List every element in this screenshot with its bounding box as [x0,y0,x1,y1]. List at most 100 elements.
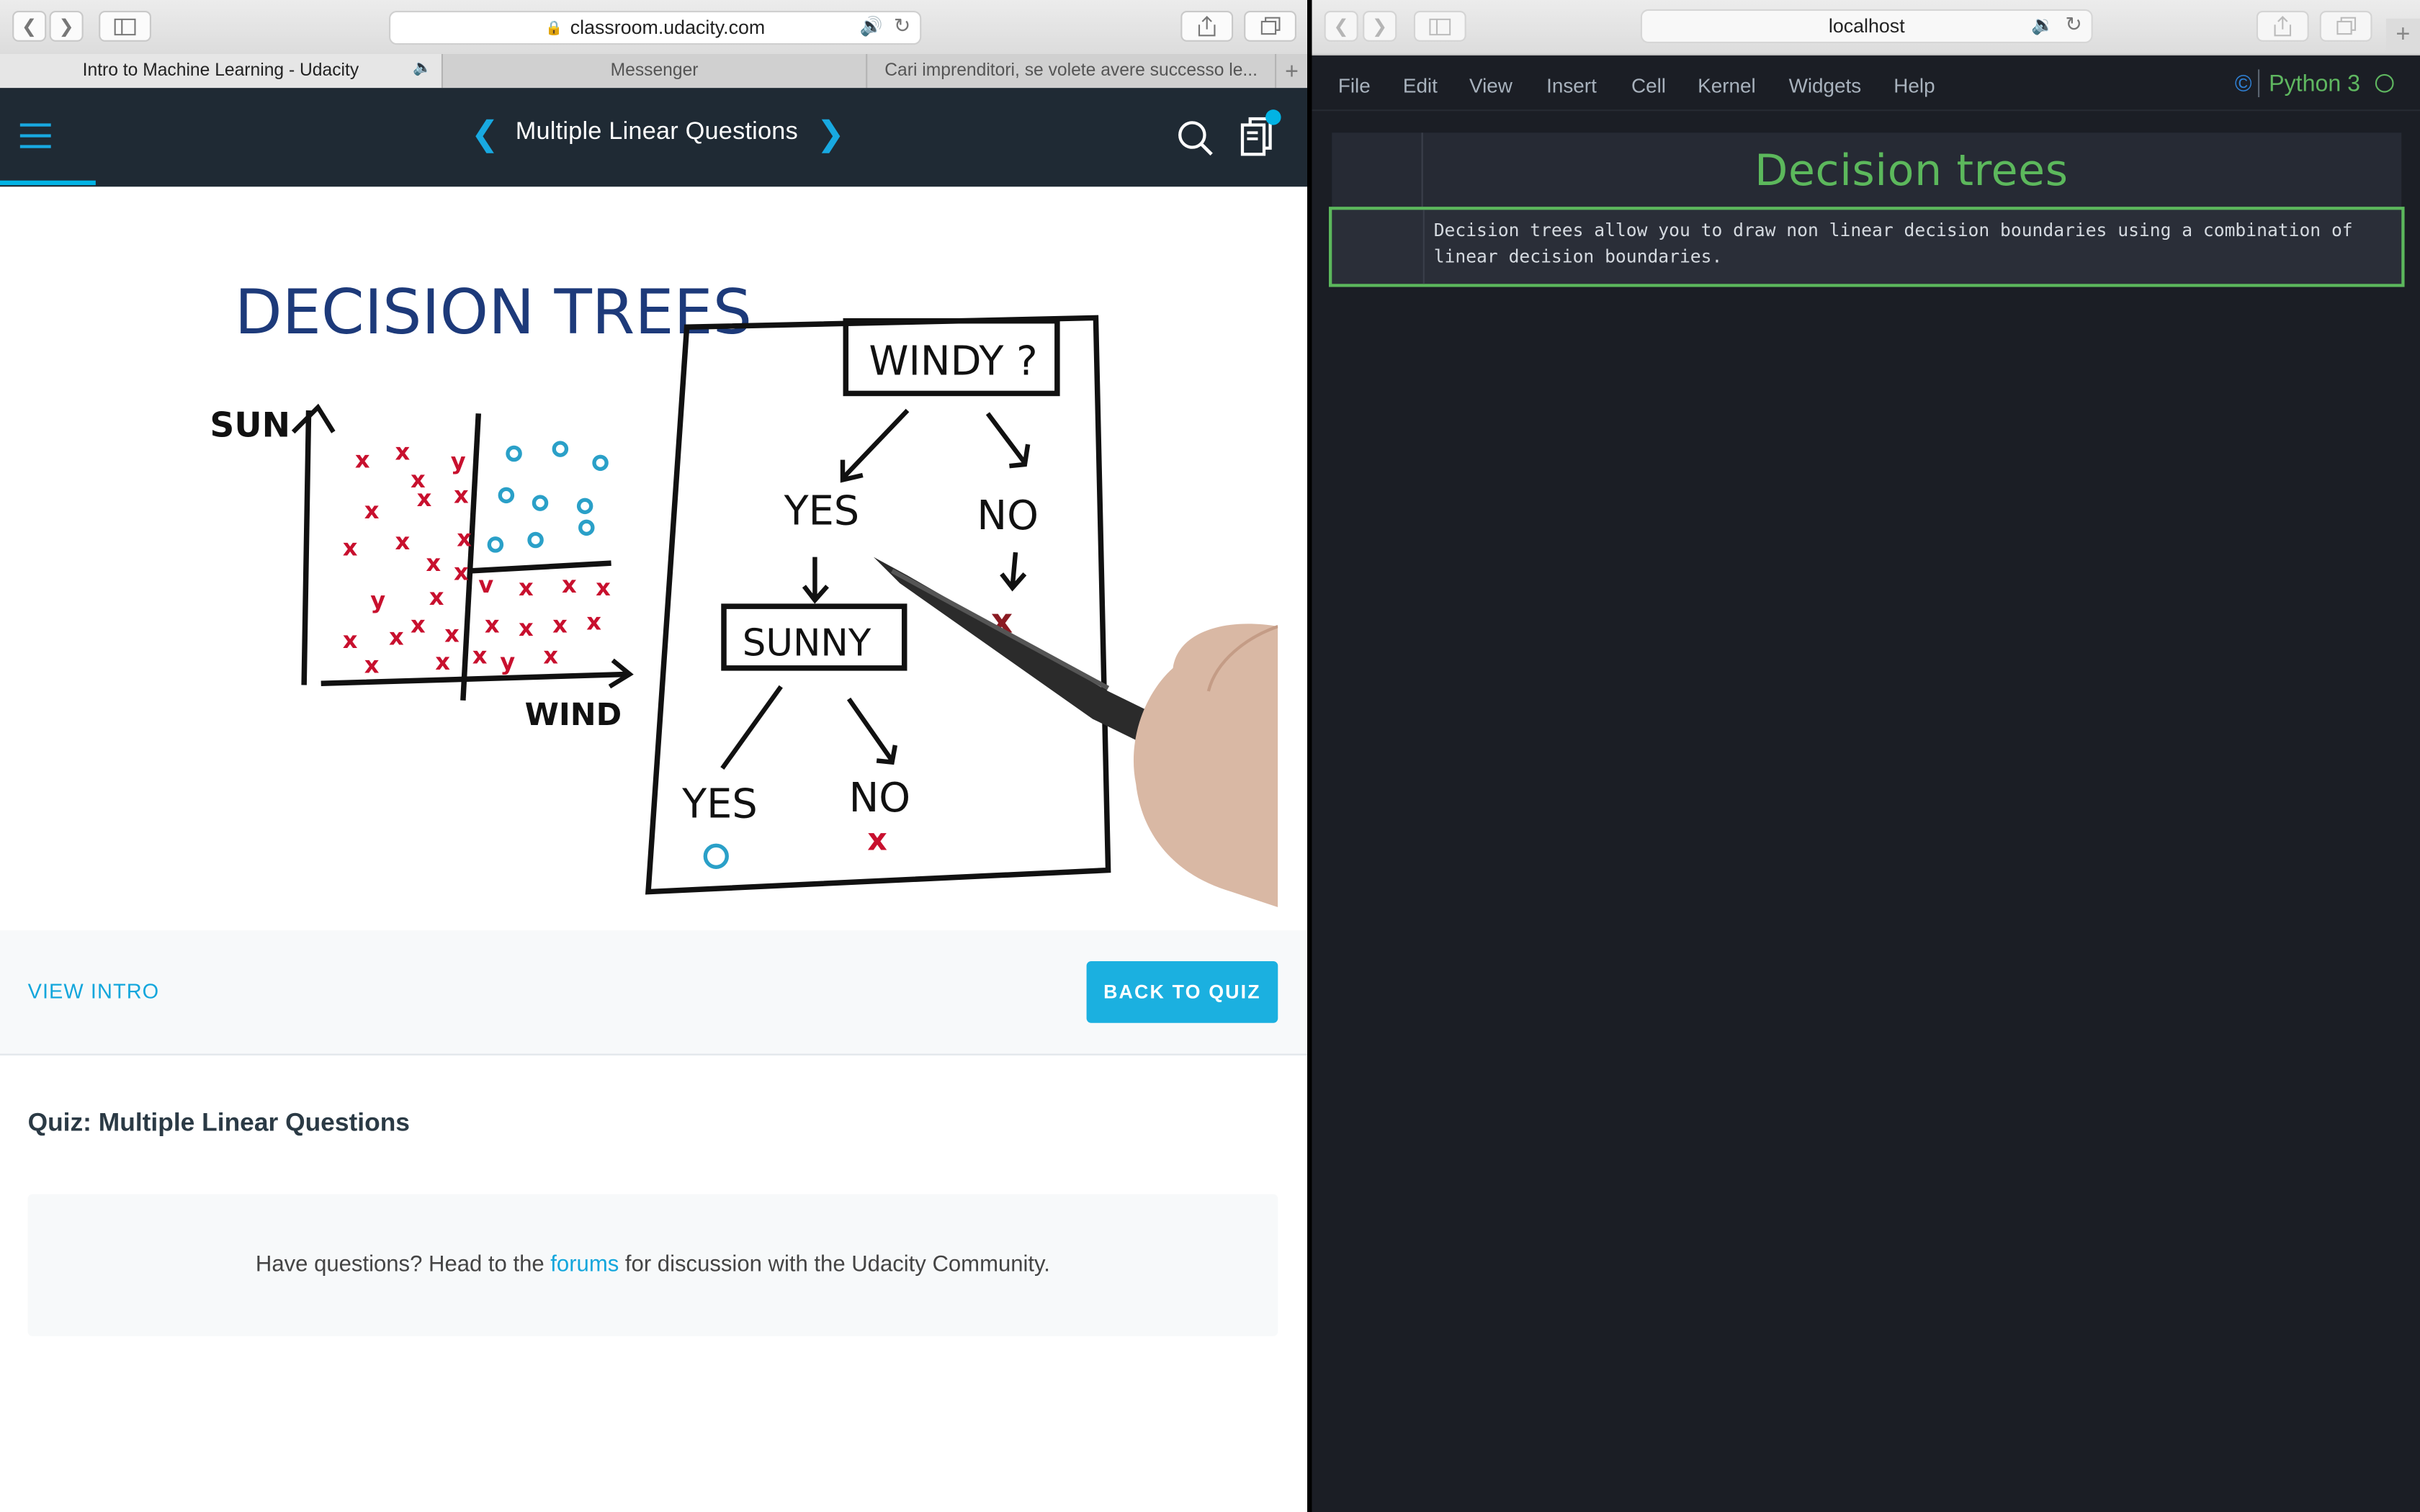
tabs-overview-button[interactable] [2319,11,2372,42]
sub-node-label: SUNNY [743,622,871,665]
share-icon [1198,16,1216,37]
back-button[interactable]: ❮ [1324,11,1358,42]
svg-text:x: x [343,626,358,654]
menu-widgets[interactable]: Widgets [1789,74,1862,97]
menu-view[interactable]: View [1469,74,1512,97]
speaker-icon[interactable]: 🔊 [860,15,883,37]
tabs-overview-button[interactable] [1244,11,1296,42]
svg-text:x: x [543,642,558,669]
search-icon[interactable] [1178,120,1213,156]
back-to-quiz-button[interactable]: BACK TO QUIZ [1086,961,1278,1023]
svg-text:x: x [343,534,358,561]
tab-label: Messenger [610,61,699,81]
address-bar[interactable]: localhost 🔉 ↻ [1640,9,2093,43]
resources-icon[interactable] [1236,108,1282,158]
branch-no-label: NO [977,492,1039,539]
sidebar-icon [1429,17,1451,35]
svg-text:x: x [395,438,411,466]
menu-icon[interactable] [19,123,53,149]
tab-label: Cari imprenditori, se volete avere succe… [884,61,1258,81]
tab-messenger[interactable]: Messenger [443,54,868,89]
svg-text:v: v [478,571,493,598]
svg-text:x: x [426,549,441,577]
view-intro-link[interactable]: VIEW INTRO [28,980,160,1003]
forward-button[interactable]: ❯ [49,11,84,42]
svg-text:x: x [454,559,469,586]
share-button[interactable] [2256,11,2309,42]
kernel-idle-icon [2375,73,2395,93]
new-tab-button[interactable]: + [2385,18,2420,53]
root-node-label: WINDY ? [869,338,1037,385]
menu-cell[interactable]: Cell [1631,74,1666,97]
sidebar-toggle-button[interactable] [99,11,151,42]
quiz-heading: Quiz: Multiple Linear Questions [27,1109,410,1138]
lock-icon: 🔒 [545,19,563,35]
svg-text:x: x [552,611,568,639]
reload-icon[interactable]: ↻ [894,14,910,38]
lesson-video[interactable]: DECISION TREES SUN WIND xxxy xxx xxxx yx… [27,228,1278,931]
address-text: localhost [1828,15,1905,37]
svg-text:x: x [454,482,469,509]
new-tab-button[interactable]: + [1276,54,1307,88]
sidebar-icon [114,17,136,35]
concept-title: Multiple Linear Questions [515,119,798,145]
svg-text:x: x [444,620,460,647]
markdown-cell-text[interactable]: Decision trees allow you to draw non lin… [1434,217,2360,270]
svg-text:x: x [586,608,601,635]
svg-text:x: x [519,574,534,601]
share-icon [2274,16,2292,37]
kernel-logo-icon: © [2234,70,2252,96]
tabs-icon [2336,17,2355,35]
cell-prompt [1332,132,1423,207]
svg-text:x: x [429,583,444,611]
svg-text:x: x [435,648,450,675]
svg-text:x: x [867,822,887,858]
forum-prompt: Have questions? Head to the forums for d… [27,1194,1278,1336]
address-bar[interactable]: 🔒 classroom.udacity.com 🔊 ↻ [389,11,922,45]
udacity-browser-window: ❮ ❯ 🔒 classroom.udacity.com 🔊 ↻ Intro to… [0,0,1307,1512]
svg-text:x: x [389,624,404,651]
svg-text:x: x [596,574,611,601]
y-axis-label: SUN [210,405,290,445]
svg-text:x: x [395,528,411,555]
svg-text:x: x [355,446,370,473]
svg-text:x: x [457,525,472,552]
audio-icon[interactable]: 🔈 [413,60,432,78]
tab-article[interactable]: Cari imprenditori, se volete avere succe… [867,54,1277,89]
notebook-heading: Decision trees [1754,145,2069,197]
forum-prefix: Have questions? Head to the [255,1253,551,1278]
share-button[interactable] [1180,11,1234,42]
svg-text:y: y [451,447,466,474]
forums-link[interactable]: forums [550,1253,619,1277]
selected-markdown-cell[interactable]: Decision trees allow you to draw non lin… [1329,207,2405,287]
browser-toolbar: ❮ ❯ localhost 🔉 ↻ + [1312,0,2420,56]
progress-indicator [0,180,96,186]
menu-file[interactable]: File [1338,74,1371,97]
svg-text:x: x [472,642,488,669]
menu-help[interactable]: Help [1894,74,1935,97]
markdown-heading-cell[interactable]: Decision trees [1332,132,2402,207]
svg-text:x: x [485,611,500,639]
reload-icon[interactable]: ↻ [2065,12,2081,37]
svg-text:x: x [364,497,380,524]
kernel-indicator[interactable]: © Python 3 [2234,69,2395,97]
menu-edit[interactable]: Edit [1403,74,1438,97]
next-concept-arrow[interactable]: ❯ [817,117,846,151]
svg-text:x: x [417,485,432,512]
forward-button[interactable]: ❯ [1363,11,1397,42]
leaf-yes-label: YES [681,781,758,828]
sidebar-toggle-button[interactable] [1413,11,1466,42]
leaf-no-label: NO [849,775,911,822]
svg-text:x: x [364,651,380,678]
menu-kernel[interactable]: Kernel [1698,74,1756,97]
menu-insert[interactable]: Insert [1546,74,1597,97]
back-button[interactable]: ❮ [12,11,47,42]
branch-yes-label: YES [784,488,860,535]
decision-tree-drawing: DECISION TREES SUN WIND x xxy xxx x xxx yx… [210,276,1278,907]
previous-concept-arrow[interactable]: ❮ [471,117,500,151]
blue-o-points [487,441,609,553]
tab-udacity[interactable]: Intro to Machine Learning - Udacity 🔈 [0,54,443,89]
speaker-icon[interactable]: 🔉 [2031,14,2054,35]
jupyter-browser-window: ❮ ❯ localhost 🔉 ↻ + File Edit View Inser… [1312,0,2420,1512]
tabs-icon [1260,17,1280,35]
